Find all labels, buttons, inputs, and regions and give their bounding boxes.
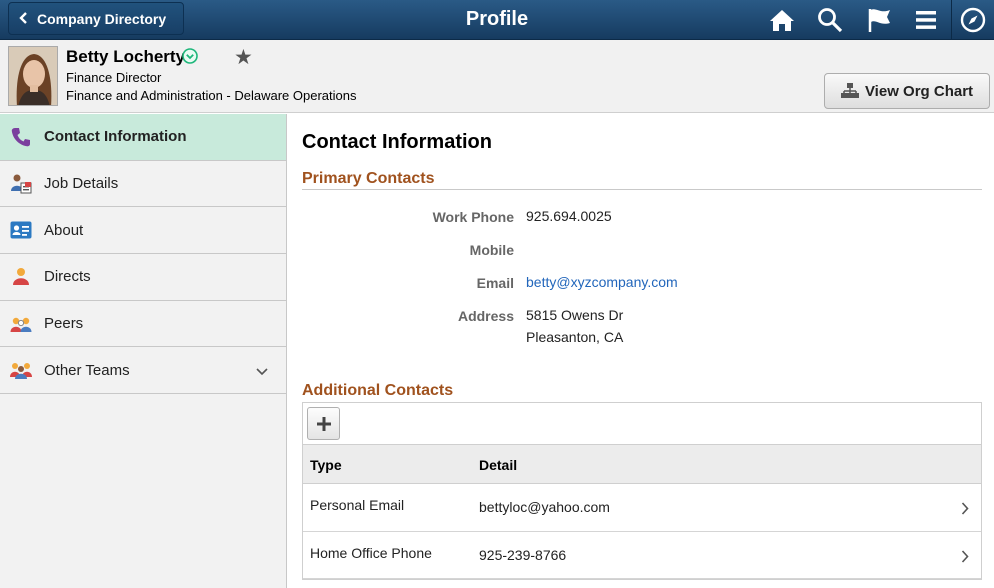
favorite-star-icon[interactable]: ★ [234,45,253,70]
back-chevron-icon [9,11,37,27]
status-dropdown-icon[interactable] [182,48,198,64]
sidebar-item-about[interactable]: About [0,207,286,255]
phone-icon [10,126,32,148]
sidebar-item-label: Job Details [44,175,119,193]
contact-type: Home Office Phone [310,544,432,561]
main-content: Contact Information Primary Contacts Wor… [288,114,994,588]
plus-icon [316,416,331,431]
sidebar-item-directs[interactable]: Directs [0,254,286,301]
table-row[interactable]: Home Office Phone 925-239-8766 [303,532,981,579]
profile-header: Betty Locherty ★ Finance Director Financ… [0,40,994,113]
directs-icon [10,266,32,288]
add-contact-button[interactable] [307,407,340,440]
id-card-icon [10,219,32,241]
job-title: Finance Director [66,70,162,85]
toolbar-divider [951,0,952,40]
additional-contacts-title: Additional Contacts [302,382,454,399]
peers-icon [10,313,32,335]
sidebar-item-other-teams[interactable]: Other Teams [0,347,286,395]
view-org-chart-label: View Org Chart [864,82,974,100]
chevron-down-icon[interactable] [256,363,268,380]
view-org-chart-button[interactable]: View Org Chart [824,73,990,109]
chevron-right-icon[interactable] [961,502,969,518]
contact-detail: bettyloc@yahoo.com [479,499,610,515]
grid-header-row: Type Detail [303,445,981,484]
sidebar-item-label: Peers [44,315,84,333]
primary-contacts-title: Primary Contacts [302,170,435,187]
org-chart-icon [840,83,859,98]
email-label: Email [476,275,514,291]
sidebar-item-label: Directs [44,268,91,286]
sidebar-item-peers[interactable]: Peers [0,301,286,348]
employee-name: Betty Locherty [66,47,186,66]
contact-detail: 925-239-8766 [479,546,567,563]
content-title: Contact Information [302,131,492,153]
address-line-2: Pleasanton, CA [526,329,624,345]
teams-icon [10,359,32,381]
additional-contacts-grid: Type Detail Personal Email bettyloc@yaho… [302,444,982,580]
email-link[interactable]: betty@xyzcompany.com [526,274,678,290]
sidebar-item-label: Contact Information [44,128,187,146]
back-button[interactable]: Company Directory [8,2,184,35]
sidebar-item-label: Other Teams [44,361,130,379]
menu-icon[interactable] [911,5,941,35]
address-label: Address [457,308,514,324]
chevron-right-icon[interactable] [961,549,969,566]
flag-icon[interactable] [864,5,894,35]
back-button-label: Company Directory [37,10,167,27]
column-header-type: Type [310,457,342,473]
sidebar: Contact Information Job Details About Di… [0,114,287,588]
sidebar-item-contact-information[interactable]: Contact Information [0,114,286,161]
navbar-compass-icon[interactable] [958,5,988,35]
address-line-1: 5815 Owens Dr [526,307,624,323]
avatar [8,46,58,106]
sidebar-item-job-details[interactable]: Job Details [0,161,286,208]
table-row[interactable]: Personal Email bettyloc@yahoo.com [303,484,981,532]
mobile-label: Mobile [469,242,514,258]
section-divider [302,189,982,190]
work-phone-label: Work Phone [432,209,514,225]
grid-toolbar [302,402,982,444]
work-phone-value: 925.694.0025 [526,208,612,224]
home-icon[interactable] [767,5,797,35]
department: Finance and Administration - Delaware Op… [66,88,357,103]
contact-type: Personal Email [310,497,405,513]
job-details-icon [10,173,32,195]
search-icon[interactable] [815,5,845,35]
sidebar-item-label: About [44,221,84,239]
column-header-detail: Detail [479,457,518,473]
top-navigation-bar: Company Directory Profile [0,0,994,40]
